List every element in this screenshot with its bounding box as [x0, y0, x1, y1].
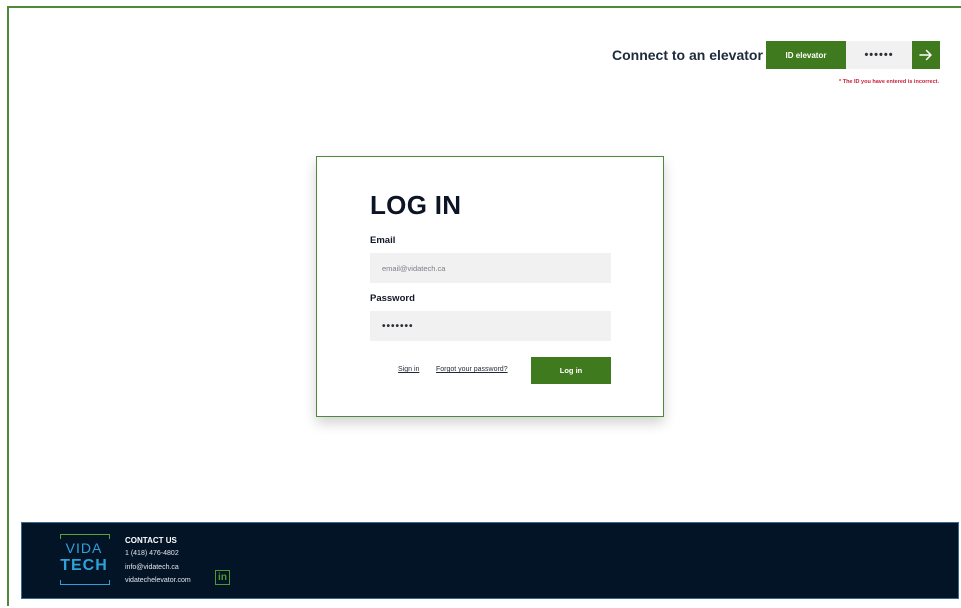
email-input[interactable] — [370, 253, 611, 283]
elevator-password-field[interactable]: •••••• — [846, 41, 912, 69]
login-button[interactable]: Log in — [531, 357, 611, 384]
footer — [21, 522, 959, 599]
elevator-error-message: * The ID you have entered is incorrect. — [839, 79, 939, 85]
elevator-connect-button[interactable] — [912, 41, 940, 69]
logo-bracket-bottom — [60, 580, 110, 585]
linkedin-icon[interactable]: in — [215, 570, 230, 585]
arrow-right-icon — [919, 49, 932, 61]
connect-elevator-title: Connect to an elevator — [612, 47, 763, 63]
password-label: Password — [370, 293, 415, 304]
vidatech-logo: VIDA TECH — [54, 534, 114, 586]
logo-bracket-top — [60, 534, 110, 539]
login-card — [316, 156, 664, 417]
email-label: Email — [370, 235, 396, 246]
contact-website: vidatechelevator.com — [125, 577, 191, 584]
logo-text-top: VIDA — [65, 540, 103, 556]
elevator-id-field[interactable]: ID elevator — [766, 41, 846, 69]
contact-email: info@vidatech.ca — [125, 564, 179, 571]
logo-text-bottom: TECH — [60, 557, 108, 574]
password-input[interactable]: ••••••• — [370, 311, 611, 341]
contact-phone: 1 (418) 476-4802 — [125, 550, 179, 557]
login-title: LOG IN — [370, 190, 462, 220]
contact-title: CONTACT US — [125, 536, 177, 545]
sign-in-link[interactable]: Sign in — [398, 366, 419, 373]
forgot-password-link[interactable]: Forgot your password? — [436, 366, 508, 373]
